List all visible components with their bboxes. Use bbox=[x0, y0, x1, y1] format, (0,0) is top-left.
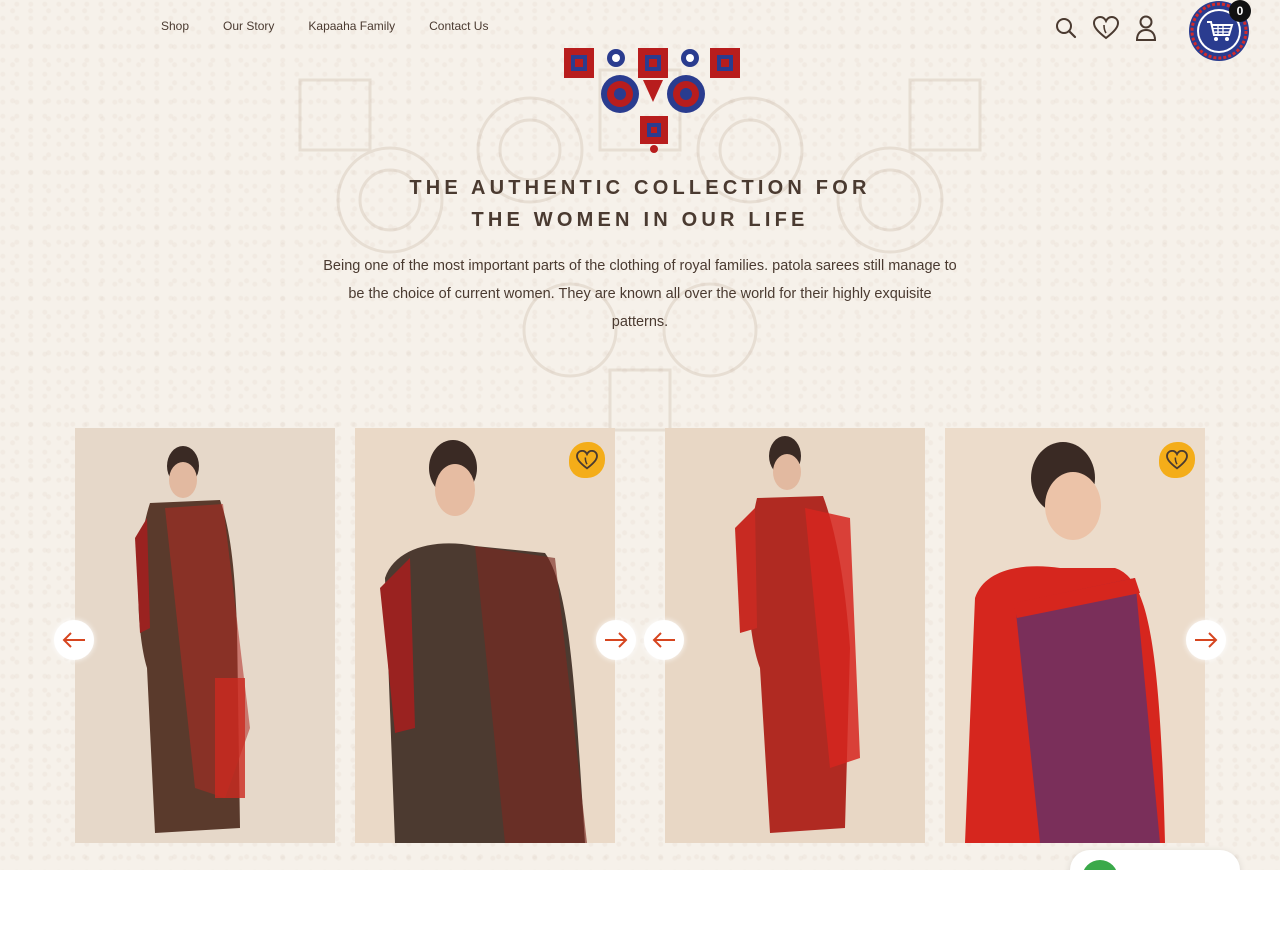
nav-icons bbox=[1053, 14, 1159, 42]
nav-link-shop[interactable]: Shop bbox=[161, 19, 189, 33]
product-card[interactable] bbox=[665, 428, 925, 843]
heading-line-2: THE WOMEN IN OUR LIFE bbox=[471, 209, 809, 231]
product-image bbox=[665, 428, 925, 843]
wishlist-heart-icon[interactable] bbox=[1093, 14, 1119, 42]
page-bottom-area bbox=[0, 870, 1280, 950]
wishlist-button[interactable] bbox=[1159, 442, 1195, 478]
heading-line-1: THE AUTHENTIC COLLECTION FOR bbox=[409, 177, 871, 199]
product-image bbox=[75, 428, 335, 843]
page-background: Shop Our Story Kapaaha Family Contact Us bbox=[0, 0, 1280, 870]
collection-description: Being one of the most important parts of… bbox=[323, 258, 957, 330]
arrow-right-icon bbox=[605, 632, 628, 648]
product-card[interactable] bbox=[355, 428, 615, 843]
cart-count-badge: 0 bbox=[1229, 0, 1251, 22]
product-card[interactable] bbox=[75, 428, 335, 843]
carousel-prev-button[interactable] bbox=[644, 620, 684, 660]
arrow-left-icon bbox=[652, 632, 675, 648]
nav-link-kapaaha-family[interactable]: Kapaaha Family bbox=[308, 19, 395, 33]
nav-link-contact-us[interactable]: Contact Us bbox=[429, 19, 488, 33]
heart-icon bbox=[576, 450, 598, 470]
carousel-prev-button[interactable] bbox=[54, 620, 94, 660]
top-navigation: Shop Our Story Kapaaha Family Contact Us bbox=[0, 0, 1280, 61]
carousel-next-button[interactable] bbox=[1186, 620, 1226, 660]
carousel-next-button[interactable] bbox=[596, 620, 636, 660]
collection-heading: THE AUTHENTIC COLLECTION FOR THE WOMEN I… bbox=[0, 172, 1280, 236]
arrow-left-icon bbox=[62, 632, 85, 648]
wishlist-button[interactable] bbox=[569, 442, 605, 478]
nav-links: Shop Our Story Kapaaha Family Contact Us bbox=[161, 19, 488, 33]
product-image bbox=[945, 428, 1205, 843]
patola-motif-logo bbox=[564, 48, 740, 153]
nav-link-our-story[interactable]: Our Story bbox=[223, 19, 274, 33]
search-icon[interactable] bbox=[1053, 14, 1079, 42]
user-icon[interactable] bbox=[1133, 14, 1159, 42]
heart-icon bbox=[1166, 450, 1188, 470]
arrow-right-icon bbox=[1195, 632, 1218, 648]
product-image bbox=[355, 428, 615, 843]
product-card[interactable] bbox=[945, 428, 1205, 843]
